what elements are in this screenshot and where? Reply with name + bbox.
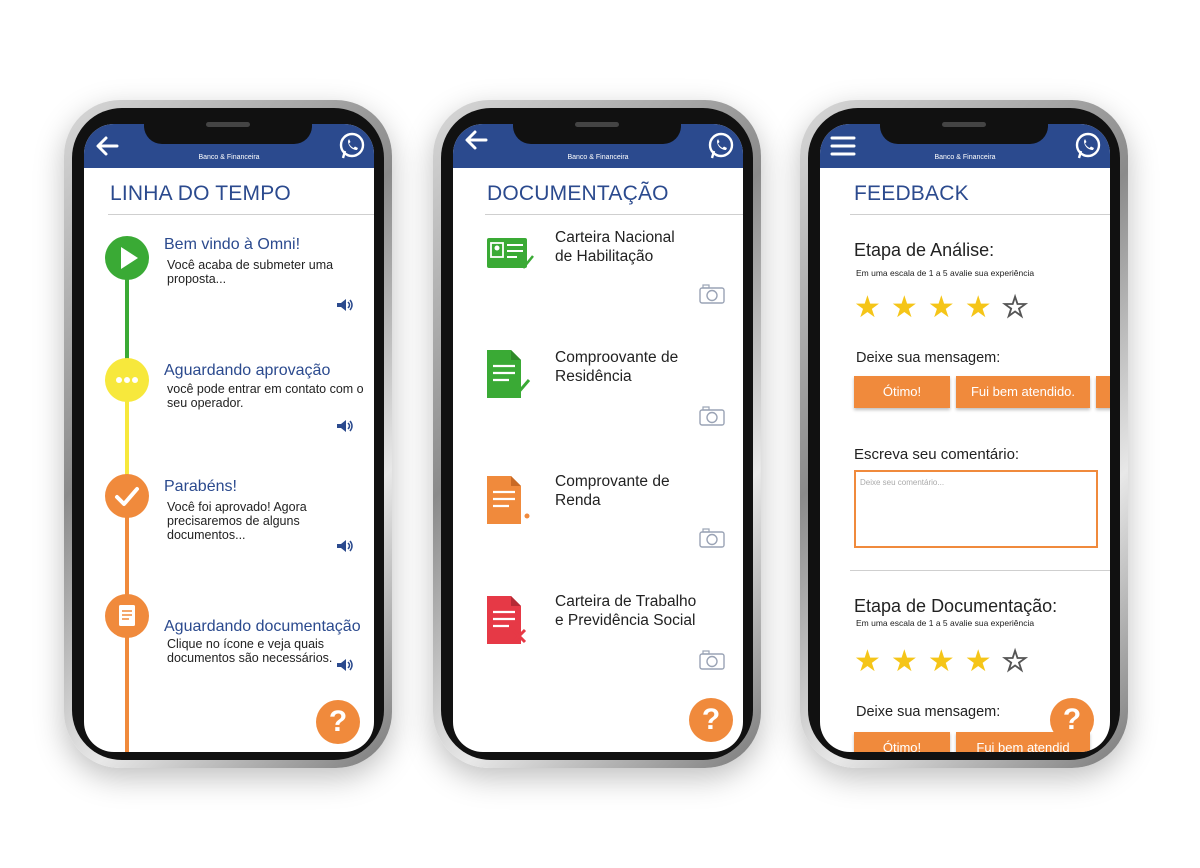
camera-icon[interactable]	[699, 284, 725, 304]
page-title: LINHA DO TEMPO	[110, 182, 291, 205]
star-empty-icon[interactable]: ☆	[1001, 291, 1039, 325]
phone-timeline: Banco & Financeira LINHA DO TEMPO Bem vi…	[64, 100, 392, 768]
speaker-icon[interactable]	[336, 419, 354, 433]
whatsapp-icon[interactable]	[707, 132, 735, 160]
stage-title: Etapa de Documentação:	[854, 596, 1058, 616]
rating-stars[interactable]: ★★★★☆	[854, 644, 1039, 679]
brand-text: Banco & Financeira	[567, 154, 629, 161]
document-name[interactable]: Comprovante de Renda	[555, 472, 670, 510]
phone-notch	[513, 114, 681, 144]
document-name[interactable]: Carteira Nacional de Habilitação	[555, 228, 675, 266]
timeline-item-title: Aguardando aprovação	[164, 362, 331, 379]
timeline-item-title: Parabéns!	[164, 478, 237, 495]
star-icon[interactable]: ★	[965, 645, 1002, 678]
phone-speaker	[206, 122, 250, 127]
help-button[interactable]: ?	[689, 698, 733, 742]
star-empty-icon[interactable]: ☆	[1001, 645, 1039, 679]
phone-speaker	[942, 122, 986, 127]
timeline-item-title: Bem vindo à Omni!	[164, 236, 301, 253]
documents-screen: Banco & Financeira DOCUMENTAÇÃO Carteira…	[453, 124, 743, 752]
document-icon[interactable]	[105, 594, 149, 638]
speaker-icon[interactable]	[336, 658, 354, 672]
timeline-item-desc: você pode entrar em contato com o seu op…	[167, 382, 364, 410]
timeline-item-desc: Você foi aprovado! Agora precisaremos de…	[167, 500, 307, 542]
camera-icon[interactable]	[699, 650, 725, 670]
checkmark-icon[interactable]	[105, 474, 149, 518]
camera-icon[interactable]	[699, 528, 725, 548]
phone-documents: Banco & Financeira DOCUMENTAÇÃO Carteira…	[433, 100, 761, 768]
star-icon[interactable]: ★	[854, 645, 891, 678]
star-icon[interactable]: ★	[891, 291, 928, 324]
option-atendido-button[interactable]: Fui bem atendido.	[956, 376, 1090, 408]
camera-icon[interactable]	[699, 406, 725, 426]
page-title: DOCUMENTAÇÃO	[487, 182, 669, 205]
id-card-icon[interactable]	[485, 228, 535, 280]
brand-text: Banco & Financeira	[934, 154, 996, 161]
help-button[interactable]: ?	[316, 700, 360, 744]
option-otimo-button[interactable]: Ótimo!	[854, 732, 950, 752]
star-icon[interactable]: ★	[854, 291, 891, 324]
whatsapp-icon[interactable]	[1074, 132, 1102, 160]
help-button[interactable]: ?	[1050, 698, 1094, 742]
whatsapp-icon[interactable]	[338, 132, 366, 160]
option-more-button[interactable]	[1096, 376, 1110, 408]
more-dots-icon[interactable]	[105, 358, 149, 402]
title-divider	[485, 214, 743, 215]
stage-title: Etapa de Análise:	[854, 240, 995, 260]
star-icon[interactable]: ★	[928, 291, 965, 324]
document-name[interactable]: Comproovante de Residência	[555, 348, 678, 386]
document-name[interactable]: Carteira de Trabalho e Previdência Socia…	[555, 592, 696, 630]
residence-document-icon[interactable]	[485, 348, 535, 400]
brand-text: Banco & Financeira	[198, 154, 260, 161]
speaker-icon[interactable]	[336, 298, 354, 312]
rating-stars[interactable]: ★★★★☆	[854, 290, 1039, 325]
feedback-screen: Banco & Financeira FEEDBACK Etapa de Aná…	[820, 124, 1110, 752]
star-icon[interactable]: ★	[928, 645, 965, 678]
comment-textarea[interactable]: Deixe seu comentário...	[854, 470, 1098, 548]
timeline-item-desc: Você acaba de submeter uma proposta...	[167, 258, 334, 286]
message-label: Deixe sua mensagem:	[856, 350, 1001, 366]
work-card-icon[interactable]	[485, 594, 535, 646]
phone-notch	[144, 114, 312, 144]
stage-scale-hint: Em uma escala de 1 a 5 avalie sua experi…	[856, 618, 1035, 628]
timeline-screen: Banco & Financeira LINHA DO TEMPO Bem vi…	[84, 124, 374, 752]
stage-scale-hint: Em uma escala de 1 a 5 avalie sua experi…	[856, 268, 1035, 278]
section-divider	[850, 570, 1110, 571]
income-document-icon[interactable]	[485, 474, 535, 526]
title-divider	[108, 214, 374, 215]
back-arrow-icon[interactable]	[463, 128, 489, 152]
timeline-item-desc: Clique no ícone e veja quais documentos …	[167, 637, 333, 665]
phone-speaker	[575, 122, 619, 127]
phone-notch	[880, 114, 1048, 144]
title-divider	[850, 214, 1110, 215]
comment-label: Escreva seu comentário:	[854, 446, 1020, 463]
message-label: Deixe sua mensagem:	[856, 704, 1001, 720]
option-otimo-button[interactable]: Ótimo!	[854, 376, 950, 408]
page-title: FEEDBACK	[854, 182, 969, 205]
speaker-icon[interactable]	[336, 539, 354, 553]
play-icon[interactable]	[105, 236, 149, 280]
timeline-item-title: Aguardando documentação	[164, 618, 361, 635]
star-icon[interactable]: ★	[965, 291, 1002, 324]
star-icon[interactable]: ★	[891, 645, 928, 678]
phone-feedback: Banco & Financeira FEEDBACK Etapa de Aná…	[800, 100, 1128, 768]
